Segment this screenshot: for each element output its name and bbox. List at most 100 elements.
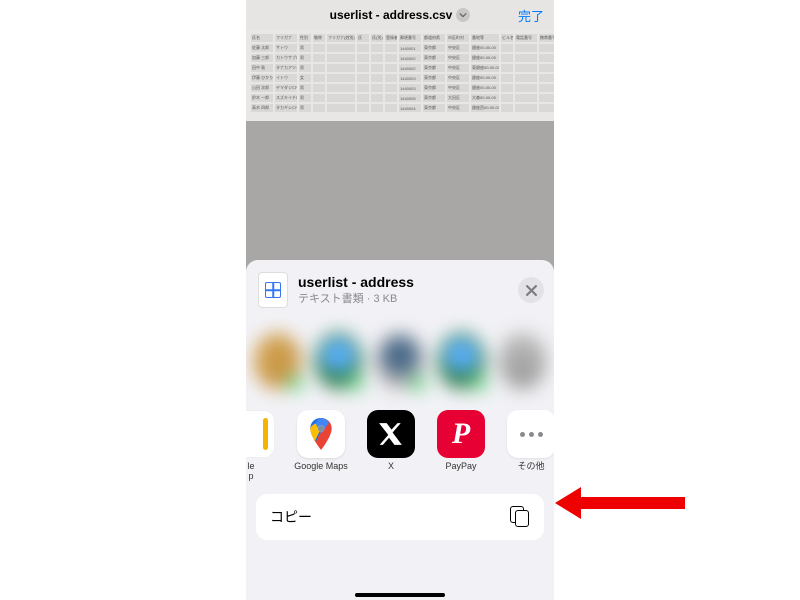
csv-cell xyxy=(357,104,369,112)
csv-cell xyxy=(385,64,397,72)
csv-cell: 男 xyxy=(299,54,311,62)
csv-cell xyxy=(357,84,369,92)
share-sheet: userlist - address テキスト書類 · 3 KB lep xyxy=(246,260,554,600)
app-label: X xyxy=(388,462,394,482)
csv-header-cell: 氏(別) xyxy=(371,34,383,42)
csv-header-cell: 電話番号 xyxy=(515,34,537,42)
app-paypay[interactable]: P PayPay xyxy=(426,410,496,482)
csv-cell xyxy=(385,44,397,52)
csv-cell: 男 xyxy=(299,104,311,112)
csv-cell xyxy=(385,94,397,102)
csv-cell: 加藤 三郎 xyxy=(251,54,273,62)
csv-cell: 1440005 xyxy=(399,94,421,102)
csv-cell xyxy=(501,94,513,102)
csv-cell xyxy=(327,44,355,52)
csv-header-cell: 郵便番号 xyxy=(399,34,421,42)
csv-cell xyxy=(385,54,397,62)
csv-cell xyxy=(327,54,355,62)
csv-cell xyxy=(385,84,397,92)
app-icon-partial xyxy=(246,410,275,458)
csv-cell xyxy=(539,94,554,102)
csv-cell xyxy=(313,84,325,92)
csv-cell: 伊藤 ひかり xyxy=(251,74,273,82)
csv-cell: 東京都 xyxy=(423,44,445,52)
airdrop-contacts-row[interactable] xyxy=(246,318,554,404)
csv-cell xyxy=(327,64,355,72)
csv-cell: 中央区 xyxy=(447,54,469,62)
csv-header-cell: ビル名 xyxy=(501,34,513,42)
csv-cell: 1440004 xyxy=(399,104,421,112)
copy-action[interactable]: コピー xyxy=(256,494,544,540)
csv-cell xyxy=(515,74,537,82)
csv-cell: 1440003 xyxy=(399,84,421,92)
copy-label: コピー xyxy=(270,507,312,527)
close-button[interactable] xyxy=(518,277,544,303)
csv-cell: 男 xyxy=(299,44,311,52)
contact-avatar[interactable] xyxy=(254,333,301,389)
csv-cell: 中央区 xyxy=(447,74,469,82)
csv-cell: 田中 敦 xyxy=(251,64,273,72)
csv-cell: 男 xyxy=(299,84,311,92)
csv-cell xyxy=(515,94,537,102)
app-partial[interactable]: lep xyxy=(246,410,286,482)
csv-header-cell: 携帯番号 xyxy=(539,34,554,42)
contact-avatar[interactable] xyxy=(376,333,423,389)
contact-avatar[interactable] xyxy=(438,333,485,389)
csv-cell: 男 xyxy=(299,94,311,102)
csv-cell: 東京都 xyxy=(423,94,445,102)
csv-cell xyxy=(357,54,369,62)
home-indicator[interactable] xyxy=(355,593,445,597)
csv-cell xyxy=(385,104,397,112)
csv-cell xyxy=(357,94,369,102)
csv-cell: 中央区 xyxy=(447,84,469,92)
csv-cell: 大田区 xyxy=(447,94,469,102)
csv-cell xyxy=(313,94,325,102)
app-label: その他 xyxy=(517,462,544,482)
preview-header: userlist - address.csv 完了 xyxy=(246,0,554,30)
csv-cell xyxy=(515,84,537,92)
csv-cell xyxy=(501,104,513,112)
app-x[interactable]: X xyxy=(356,410,426,482)
csv-cell xyxy=(313,74,325,82)
csv-cell xyxy=(515,104,537,112)
csv-header-cell: 敬称 xyxy=(313,34,325,42)
csv-cell: 中央区 xyxy=(447,44,469,52)
csv-cell xyxy=(357,74,369,82)
csv-data-row: 佐藤 太郎サトウ男1440001東京都中央区銀座00-00-00 xyxy=(251,43,549,53)
chevron-down-icon[interactable] xyxy=(456,8,470,22)
share-apps-row[interactable]: lep Google Maps xyxy=(246,404,554,494)
csv-cell xyxy=(327,84,355,92)
done-button[interactable]: 完了 xyxy=(472,6,544,25)
csv-cell: カトウサブロウ xyxy=(275,54,297,62)
app-more[interactable]: その他 xyxy=(496,410,554,482)
csv-data-row: 田中 敦タナカアツシ男1440002東京都中央区東銀座00-00-00 xyxy=(251,63,549,73)
csv-cell xyxy=(539,104,554,112)
csv-cell: 銀座00-00-00 xyxy=(471,84,499,92)
csv-cell xyxy=(515,64,537,72)
csv-cell xyxy=(371,94,383,102)
csv-header-cell: 性別 xyxy=(299,34,311,42)
csv-cell xyxy=(313,54,325,62)
csv-header-cell: 登録者名 xyxy=(385,34,397,42)
csv-header-cell: 番地等 xyxy=(471,34,499,42)
csv-header-cell: 市区町村 xyxy=(447,34,469,42)
csv-data-row: 加藤 三郎カトウサブロウ男1440002東京都中央区銀座00-00-00 xyxy=(251,53,549,63)
csv-preview-grid[interactable]: 氏名フリガナ性別敬称フリガナ(姓別)氏氏(別)登録者名郵便番号都道府県市区町村番… xyxy=(246,30,554,121)
csv-data-row: 山田 次郎ヤマダジロウ男1440003東京都中央区銀座00-00-00 xyxy=(251,83,549,93)
csv-header-cell: 氏名 xyxy=(251,34,273,42)
csv-cell: 東京都 xyxy=(423,104,445,112)
csv-header-cell: 氏 xyxy=(357,34,369,42)
csv-cell: 1440002 xyxy=(399,54,421,62)
csv-data-row: 鈴木 一郎スズキイチロウ男1440005東京都大田区大森00-00-00 xyxy=(251,93,549,103)
contact-avatar[interactable] xyxy=(315,333,362,389)
csv-cell xyxy=(313,44,325,52)
contact-avatar[interactable] xyxy=(499,333,546,389)
csv-header-cell: フリガナ(姓別) xyxy=(327,34,355,42)
csv-cell: タナカアツシ xyxy=(275,64,297,72)
csv-cell: 東京都 xyxy=(423,74,445,82)
csv-cell xyxy=(313,104,325,112)
csv-cell xyxy=(501,84,513,92)
app-google-maps[interactable]: Google Maps xyxy=(286,410,356,482)
csv-cell xyxy=(371,54,383,62)
csv-cell xyxy=(539,84,554,92)
